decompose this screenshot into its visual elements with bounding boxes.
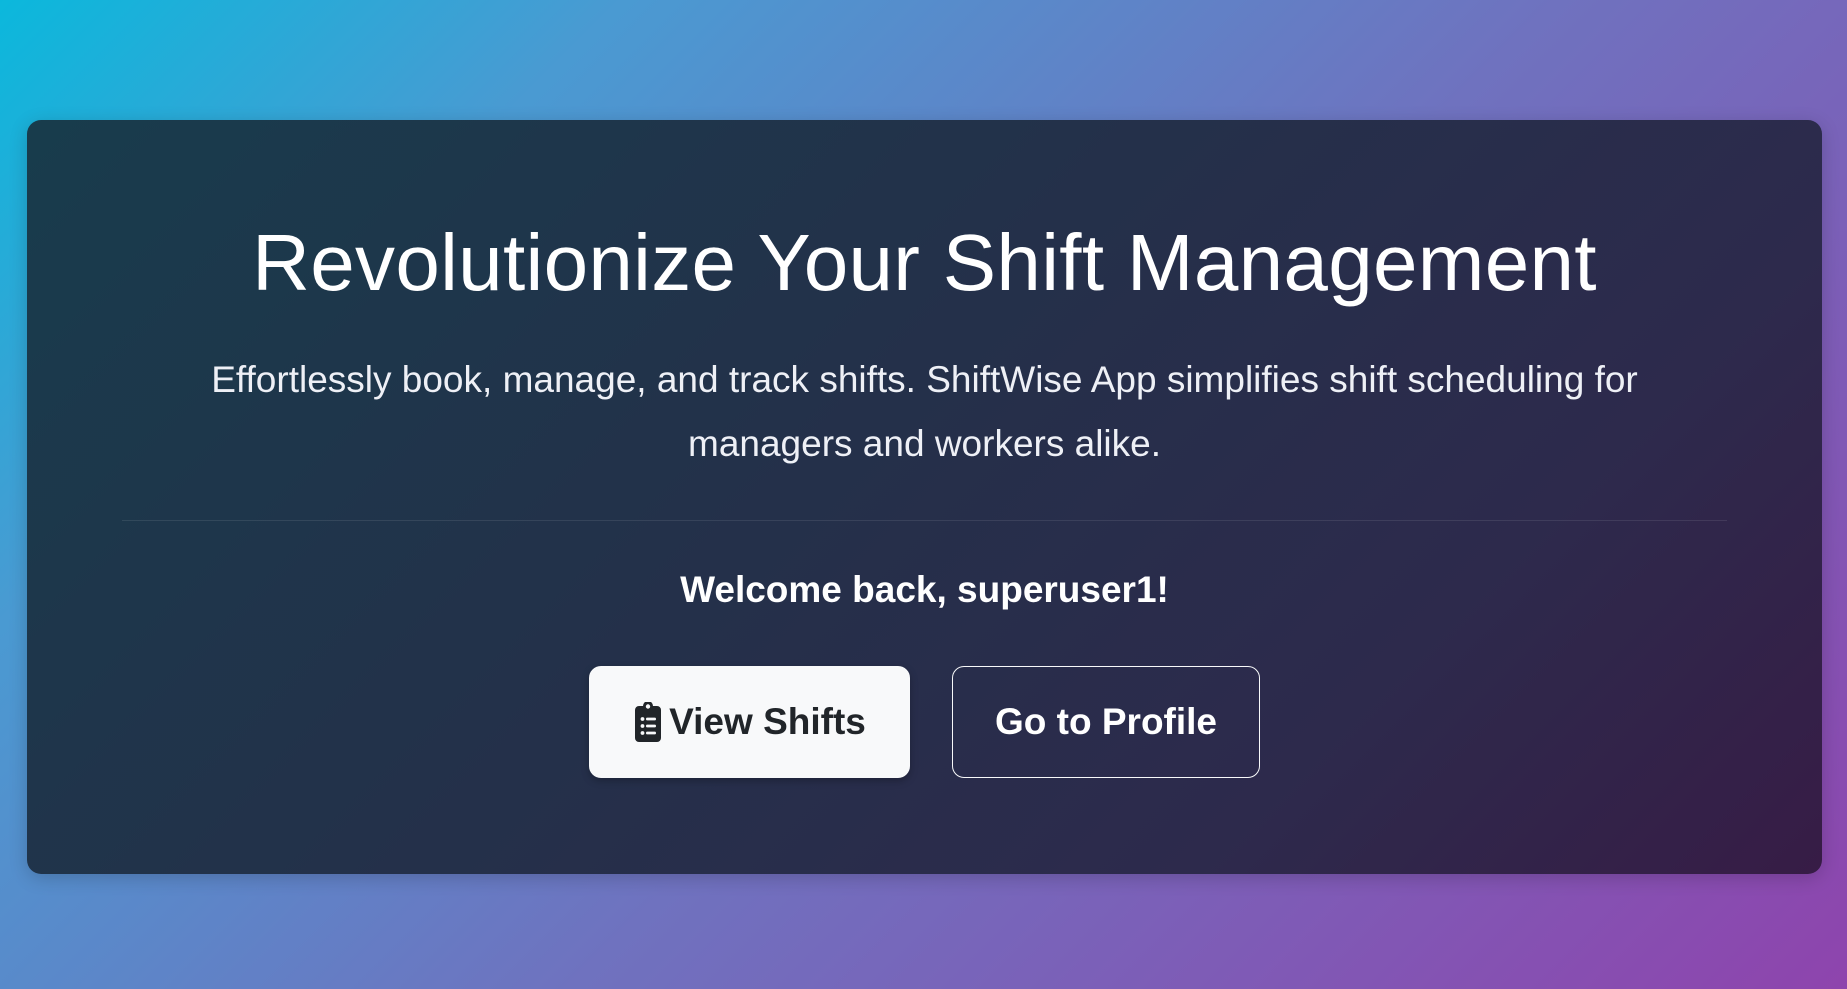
clipboard-list-icon: [633, 702, 663, 742]
hero-divider: [122, 520, 1727, 521]
hero-subtitle: Effortlessly book, manage, and track shi…: [211, 359, 1638, 464]
hero-title: Revolutionize Your Shift Management: [252, 218, 1597, 307]
hero-card: Revolutionize Your Shift Management Effo…: [27, 120, 1822, 874]
welcome-message: Welcome back, superuser1!: [680, 569, 1169, 610]
go-to-profile-label: Go to Profile: [995, 701, 1217, 742]
view-shifts-label: View Shifts: [669, 701, 866, 742]
go-to-profile-button[interactable]: Go to Profile: [952, 666, 1260, 778]
hero-actions: View Shifts Go to Profile: [27, 666, 1822, 778]
view-shifts-button[interactable]: View Shifts: [589, 666, 910, 778]
